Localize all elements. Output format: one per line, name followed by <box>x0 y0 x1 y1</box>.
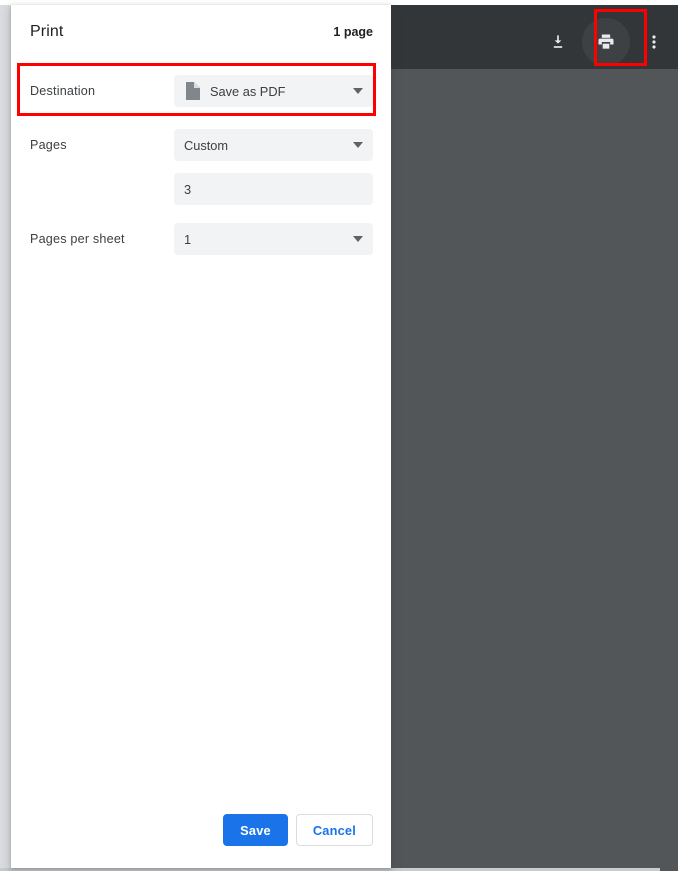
custom-pages-control: 3 <box>174 165 373 205</box>
cancel-button[interactable]: Cancel <box>295 814 373 846</box>
toolbar-actions <box>534 10 678 74</box>
more-vertical-icon <box>644 32 664 52</box>
destination-select[interactable]: Save as PDF <box>174 75 373 107</box>
download-icon <box>548 32 568 52</box>
destination-control: Save as PDF <box>174 75 373 107</box>
save-button[interactable]: Save <box>223 814 288 846</box>
download-button[interactable] <box>534 18 582 66</box>
pages-per-sheet-select[interactable]: 1 <box>174 223 373 255</box>
print-button[interactable] <box>582 18 630 66</box>
pages-per-sheet-label: Pages per sheet <box>30 232 125 246</box>
pages-value: Custom <box>184 137 229 153</box>
dialog-left-gutter <box>0 5 11 868</box>
more-options-button[interactable] <box>630 18 678 66</box>
custom-pages-row: 3 <box>30 165 373 205</box>
page-title: Print <box>30 23 64 40</box>
pages-per-sheet-value: 1 <box>184 231 192 247</box>
custom-pages-value: 3 <box>184 181 192 197</box>
page-count-label: 1 page <box>333 25 373 39</box>
pages-per-sheet-control: 1 <box>174 223 373 255</box>
setting-row-pages: Pages Custom <box>30 125 373 165</box>
chevron-down-icon <box>353 142 363 148</box>
dialog-body: Destination Save as PDF Pages Custom 3 P… <box>11 55 391 814</box>
pdf-document-icon <box>184 82 200 100</box>
setting-row-destination: Destination Save as PDF <box>30 71 373 111</box>
dialog-header: Print 1 page <box>11 5 391 55</box>
pages-select[interactable]: Custom <box>174 129 373 161</box>
chevron-down-icon <box>353 88 363 94</box>
print-dialog: Print 1 page Destination Save as PDF Pag… <box>11 5 391 868</box>
destination-label: Destination <box>30 84 96 98</box>
destination-value: Save as PDF <box>210 83 286 99</box>
setting-row-pages-per-sheet: Pages per sheet 1 <box>30 219 373 259</box>
chevron-down-icon <box>353 236 363 242</box>
dialog-footer: Save Cancel <box>11 814 391 868</box>
screen: Print 1 page Destination Save as PDF Pag… <box>0 0 678 871</box>
pages-control: Custom <box>174 129 373 161</box>
pages-label: Pages <box>30 138 67 152</box>
custom-pages-input[interactable]: 3 <box>174 173 373 205</box>
print-icon <box>596 32 616 52</box>
